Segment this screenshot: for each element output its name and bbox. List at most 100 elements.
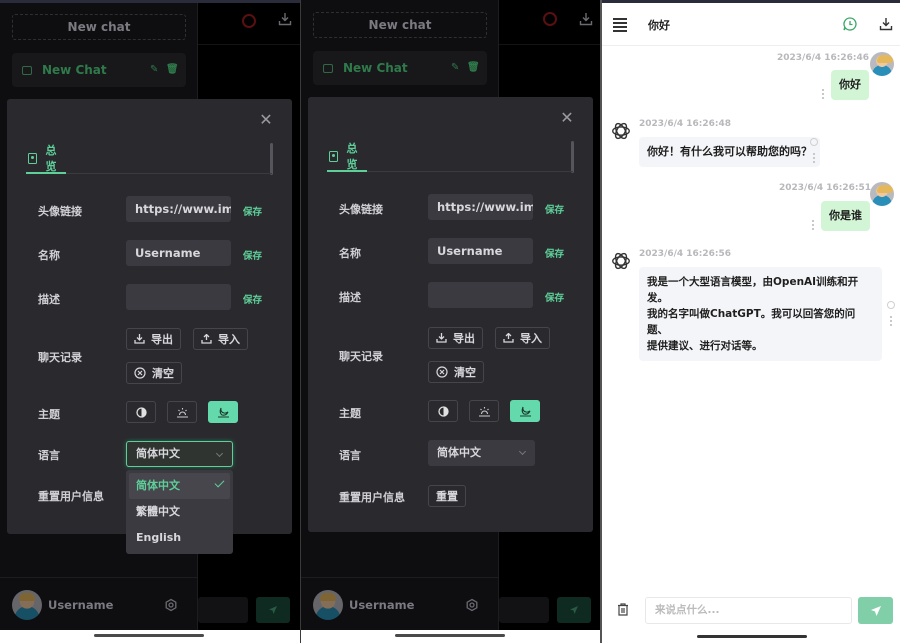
import-label: 导入 [218, 333, 240, 346]
language-option-label: English [136, 531, 182, 544]
more-icon[interactable] [822, 89, 824, 99]
menu-icon[interactable] [613, 18, 627, 32]
history-icon[interactable] [242, 14, 256, 28]
check-icon [214, 477, 225, 488]
message-input[interactable]: 来说点什么... [645, 597, 852, 624]
send-button[interactable] [256, 597, 290, 623]
profile-card-icon [28, 152, 38, 164]
language-option[interactable]: 简体中文 [129, 473, 230, 499]
avatar[interactable] [12, 590, 42, 620]
username: Username [349, 598, 415, 612]
more-icon[interactable] [812, 220, 814, 230]
chat-bubble-icon [22, 65, 32, 75]
save-description-button[interactable]: 保存 [243, 292, 262, 306]
avatar-url-label: 头像链接 [339, 203, 383, 216]
tab-overview[interactable]: 总览 [26, 144, 66, 174]
history-icon[interactable] [543, 12, 557, 26]
reset-button[interactable]: 重置 [428, 485, 466, 507]
message-bubble: 你是谁 [821, 201, 870, 231]
avatar-url-input[interactable]: https://www.im [126, 196, 231, 222]
tab-overview-label: 总览 [346, 142, 358, 171]
message-bubble: 你好 [831, 70, 869, 100]
chevron-down-icon [215, 449, 224, 458]
send-icon [269, 606, 277, 614]
settings-modal: ✕ 总览 [308, 97, 593, 532]
import-label: 导入 [520, 332, 542, 345]
export-button[interactable]: 导出 [126, 328, 181, 350]
message-line: 提供建议、进行对话等。 [647, 340, 763, 352]
tab-overview[interactable]: 总览 [327, 142, 367, 172]
history-icon[interactable] [843, 17, 857, 31]
save-name-button[interactable]: 保存 [545, 246, 564, 260]
close-icon[interactable]: ✕ [259, 112, 273, 128]
download-icon[interactable] [579, 12, 593, 26]
reset-label: 重置用户信息 [38, 490, 104, 503]
message-input[interactable] [499, 597, 549, 623]
chat-list-item[interactable]: New Chat ✎ 🗑 [12, 53, 186, 87]
avatar[interactable] [313, 590, 343, 620]
trash-icon[interactable]: 🗑 [166, 65, 179, 75]
gear-icon[interactable] [465, 598, 479, 612]
description-input[interactable] [428, 282, 533, 308]
save-name-button[interactable]: 保存 [243, 248, 262, 262]
import-button[interactable]: 导入 [193, 328, 248, 350]
message-time: 2023/6/4 16:26:46 [777, 53, 870, 63]
save-avatar-button[interactable]: 保存 [243, 204, 262, 218]
more-icon[interactable] [813, 153, 815, 163]
theme-auto-button[interactable] [428, 400, 458, 422]
send-button[interactable] [557, 597, 591, 623]
theme-dark-button[interactable] [510, 400, 540, 422]
clear-button[interactable]: 清空 [428, 361, 484, 383]
theme-dark-button[interactable] [208, 401, 238, 423]
description-input[interactable] [126, 284, 231, 310]
gear-icon[interactable] [164, 598, 178, 612]
message-input[interactable] [198, 597, 248, 623]
download-icon[interactable] [278, 12, 292, 26]
name-input[interactable]: Username [126, 240, 231, 266]
language-option[interactable]: English [129, 525, 230, 551]
download-icon[interactable] [879, 17, 893, 31]
new-chat-button[interactable]: New chat [313, 12, 487, 38]
theme-light-button[interactable] [167, 401, 197, 423]
openai-logo-icon [612, 252, 630, 270]
edit-icon[interactable]: ✎ [150, 65, 160, 75]
close-icon[interactable]: ✕ [560, 110, 574, 126]
home-indicator [94, 634, 204, 637]
chat-list-item[interactable]: New Chat ✎ 🗑 [313, 51, 487, 85]
screen-settings-language-open: New chat New Chat ✎ 🗑 Username ✕ 总览 头像链接… [0, 0, 300, 643]
avatar-url-label: 头像链接 [38, 205, 82, 218]
name-input[interactable]: Username [428, 238, 533, 264]
name-label: 名称 [38, 249, 60, 262]
contrast-icon [135, 406, 147, 418]
sunrise-icon [478, 406, 490, 417]
save-avatar-button[interactable]: 保存 [545, 202, 564, 216]
import-button[interactable]: 导入 [495, 327, 550, 349]
export-button[interactable]: 导出 [428, 327, 483, 349]
more-icon[interactable] [890, 316, 892, 326]
language-select[interactable]: 简体中文 [126, 441, 233, 467]
language-option-label: 繁體中文 [136, 505, 180, 518]
theme-light-button[interactable] [469, 400, 499, 422]
send-button[interactable] [858, 597, 893, 624]
chat-item-title: New Chat [42, 63, 107, 77]
settings-tabs: 总览 [26, 144, 272, 174]
language-option[interactable]: 繁體中文 [129, 499, 230, 525]
trash-icon[interactable]: 🗑 [467, 63, 480, 73]
chat-header: 你好 [602, 3, 900, 46]
moon-icon [519, 406, 531, 417]
theme-label: 主题 [339, 407, 361, 420]
main-header [499, 0, 600, 45]
theme-auto-button[interactable] [126, 401, 156, 423]
edit-icon[interactable]: ✎ [451, 63, 461, 73]
trash-icon[interactable] [617, 603, 629, 616]
new-chat-button[interactable]: New chat [12, 14, 186, 40]
language-option-label: 简体中文 [136, 479, 180, 492]
avatar-url-input[interactable]: https://www.im [428, 194, 533, 220]
chat-item-title: New Chat [343, 61, 408, 75]
language-select[interactable]: 简体中文 [428, 440, 535, 466]
send-icon [570, 606, 578, 614]
sidebar-footer: Username [0, 577, 198, 630]
clear-button[interactable]: 清空 [126, 362, 182, 384]
message-time: 2023/6/4 16:26:56 [639, 249, 732, 259]
save-description-button[interactable]: 保存 [545, 290, 564, 304]
